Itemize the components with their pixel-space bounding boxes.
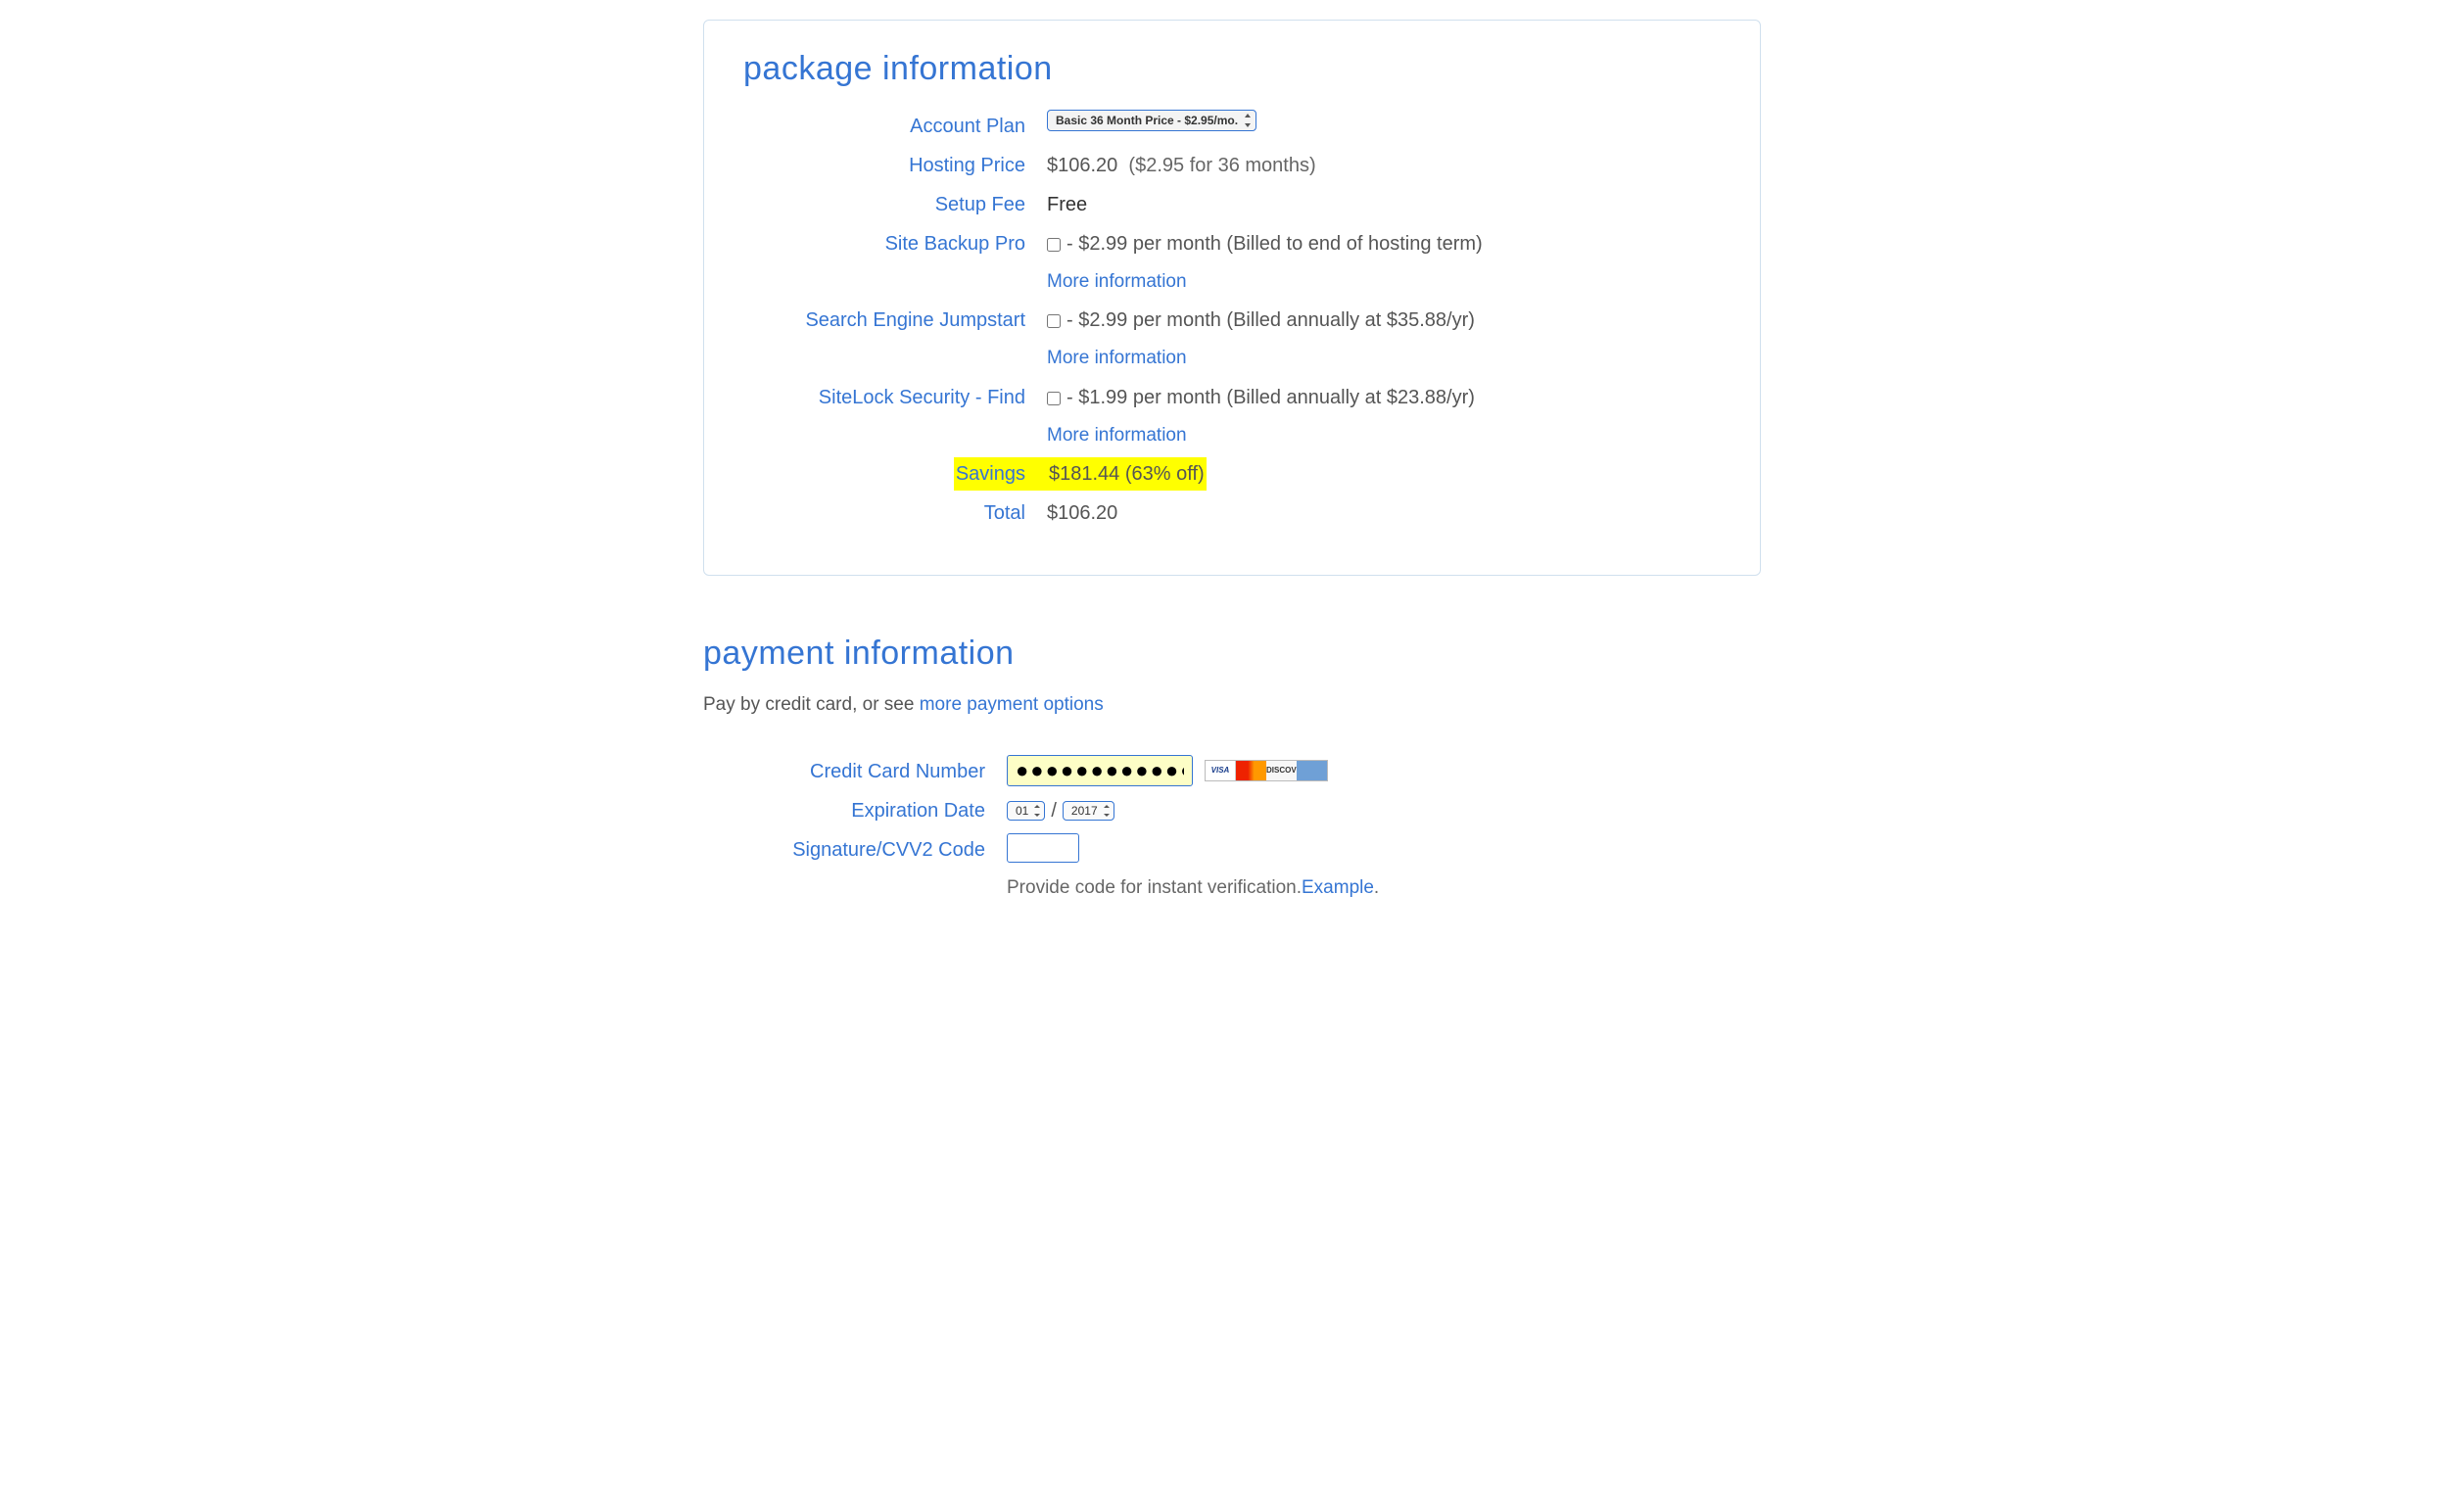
cvv-example-link[interactable]: Example: [1302, 872, 1374, 904]
site-backup-row: Site Backup Pro - $2.99 per month (Bille…: [743, 227, 1721, 260]
payment-information-section: payment information Pay by credit card, …: [703, 635, 1761, 904]
savings-row: Savings $181.44 (63% off): [743, 457, 1721, 491]
setup-fee-row: Setup Fee Free: [743, 188, 1721, 221]
site-backup-more-link[interactable]: More information: [1047, 266, 1187, 298]
sitelock-row: SiteLock Security - Find - $1.99 per mon…: [743, 381, 1721, 414]
hosting-price-row: Hosting Price $106.20 ($2.95 for 36 mont…: [743, 149, 1721, 182]
hosting-price-value: $106.20: [1047, 149, 1117, 182]
cc-number-input[interactable]: [1007, 755, 1193, 786]
cvv-hint-period: .: [1374, 872, 1379, 904]
site-backup-desc: - $2.99 per month (Billed to end of host…: [1066, 227, 1483, 260]
cvv-input[interactable]: [1007, 833, 1079, 863]
sitelock-checkbox[interactable]: [1047, 392, 1061, 405]
total-label: Total: [743, 496, 1047, 530]
jumpstart-desc: - $2.99 per month (Billed annually at $3…: [1066, 304, 1475, 337]
cvv-hint-text: Provide code for instant verification.: [1007, 872, 1302, 904]
package-info-heading: package information: [743, 50, 1721, 88]
visa-icon: VISA: [1206, 761, 1236, 780]
hosting-price-sub: ($2.95 for 36 months): [1128, 149, 1315, 182]
package-information-card: package information Account Plan Basic 3…: [703, 20, 1761, 576]
sitelock-more-row: More information: [743, 420, 1721, 451]
exp-date-label: Expiration Date: [703, 794, 1007, 827]
exp-separator: /: [1051, 794, 1057, 827]
exp-date-row: Expiration Date 01 / 2017: [703, 794, 1761, 827]
account-plan-row: Account Plan Basic 36 Month Price - $2.9…: [743, 110, 1721, 143]
card-logos: VISA DISCOVER: [1205, 760, 1328, 781]
sitelock-label: SiteLock Security - Find: [743, 381, 1047, 414]
cvv-hint-row: Provide code for instant verification. E…: [703, 872, 1761, 904]
jumpstart-row: Search Engine Jumpstart - $2.99 per mont…: [743, 304, 1721, 337]
total-row: Total $106.20: [743, 496, 1721, 530]
mastercard-icon: [1236, 761, 1266, 780]
cc-number-label: Credit Card Number: [703, 755, 1007, 788]
jumpstart-label: Search Engine Jumpstart: [743, 304, 1047, 337]
setup-fee-value: Free: [1047, 188, 1087, 221]
setup-fee-label: Setup Fee: [743, 188, 1047, 221]
discover-icon: DISCOVER: [1266, 761, 1297, 780]
more-payment-options-link[interactable]: more payment options: [920, 694, 1104, 715]
site-backup-checkbox[interactable]: [1047, 238, 1061, 252]
exp-month-select[interactable]: 01: [1007, 801, 1045, 821]
exp-year-select[interactable]: 2017: [1063, 801, 1114, 821]
cc-number-row: Credit Card Number VISA DISCOVER: [703, 755, 1761, 788]
cvv-row: Signature/CVV2 Code: [703, 833, 1761, 867]
sitelock-desc: - $1.99 per month (Billed annually at $2…: [1066, 381, 1475, 414]
payment-info-heading: payment information: [703, 635, 1761, 673]
jumpstart-more-row: More information: [743, 343, 1721, 374]
account-plan-select[interactable]: Basic 36 Month Price - $2.95/mo.: [1047, 110, 1256, 131]
amex-icon: [1297, 761, 1327, 780]
payment-lead: Pay by credit card, or see more payment …: [703, 694, 1761, 716]
hosting-price-label: Hosting Price: [743, 149, 1047, 182]
savings-value: $181.44 (63% off): [1047, 457, 1207, 491]
total-value: $106.20: [1047, 496, 1117, 530]
account-plan-label: Account Plan: [743, 110, 1047, 143]
site-backup-more-row: More information: [743, 266, 1721, 298]
cvv-label: Signature/CVV2 Code: [703, 833, 1007, 867]
savings-label: Savings: [954, 457, 1047, 491]
jumpstart-checkbox[interactable]: [1047, 314, 1061, 328]
site-backup-label: Site Backup Pro: [743, 227, 1047, 260]
payment-lead-text: Pay by credit card, or see: [703, 694, 920, 715]
sitelock-more-link[interactable]: More information: [1047, 420, 1187, 451]
jumpstart-more-link[interactable]: More information: [1047, 343, 1187, 374]
